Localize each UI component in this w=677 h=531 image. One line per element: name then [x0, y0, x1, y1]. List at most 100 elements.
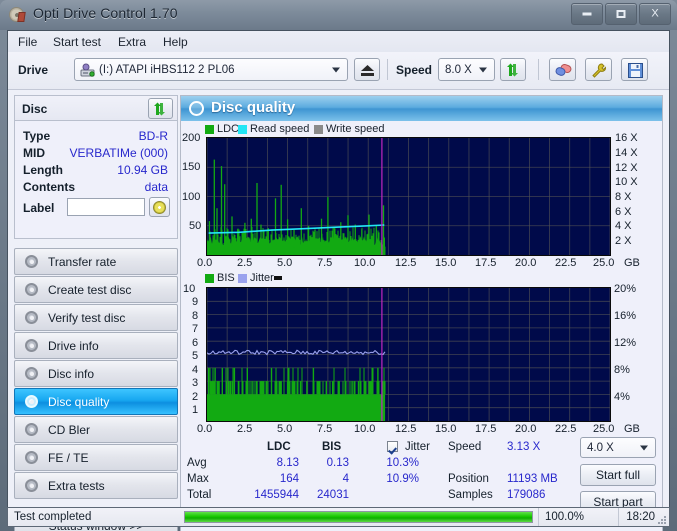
drive-icon	[80, 63, 95, 77]
x-tick-5: 5.0	[277, 257, 293, 269]
stats-row-label-avg: Avg	[187, 457, 207, 469]
menu-bar: File Start test Extra Help	[8, 31, 669, 52]
sidebar-item-cd-bler[interactable]: CD Bler	[14, 416, 178, 443]
legend-bis: BIS	[205, 272, 235, 284]
y2-tick-14x: 14 X	[615, 147, 638, 159]
panel-header: Disc quality	[181, 96, 662, 121]
stats-avg-bis: 0.13	[326, 457, 349, 469]
progress-bar	[184, 511, 533, 523]
x-tick-15: 15.0	[435, 257, 457, 269]
y2-tick-7: 7	[192, 323, 199, 335]
disc-info-box: Type BD-R MID VERBATIMe (000) Length 10.…	[14, 120, 178, 239]
tools-button[interactable]	[585, 58, 612, 81]
sidebar-item-label: CD Bler	[48, 422, 91, 437]
erase-icon	[555, 64, 572, 76]
panel-title: Disc quality	[211, 99, 296, 116]
opti-drive-control-window: Opti Drive Control 1.70 X File Start tes…	[0, 0, 677, 531]
stats-row-label-total: Total	[187, 489, 212, 501]
stats-total-ldc: 1455944	[254, 489, 299, 501]
resize-grip-icon[interactable]	[656, 514, 667, 525]
stats-avg-jitter: 10.3%	[386, 457, 419, 469]
stats-position-value: 11193 MB	[507, 473, 558, 485]
y2-tick-4x: 4 X	[615, 220, 632, 232]
disc-quality-icon	[189, 101, 204, 116]
sidebar-item-label: Disc info	[48, 366, 95, 381]
sidebar-item-fe-te[interactable]: FE / TE	[14, 444, 178, 471]
y2-tick-3: 3	[192, 377, 199, 389]
client-area: File Start test Extra Help Drive (I:) AT…	[7, 30, 670, 531]
y-tick-150: 150	[182, 161, 201, 173]
menu-extra[interactable]: Extra	[118, 35, 146, 49]
y2-tick-2x: 2 X	[615, 235, 632, 247]
maximize-button[interactable]	[605, 3, 637, 25]
x-tick-0: 0.0	[197, 257, 213, 269]
chevron-down-icon	[332, 67, 340, 72]
disc-refresh-button[interactable]	[148, 98, 173, 119]
disc-label-icon	[153, 201, 166, 214]
extra-tests-icon	[24, 478, 40, 494]
title-bar: Opti Drive Control 1.70 X	[0, 0, 677, 30]
disc-quality-panel: Disc quality LDC Read speed Write speed …	[180, 95, 663, 531]
jitter-checkbox[interactable]	[387, 441, 398, 452]
sidebar-item-label: FE / TE	[48, 450, 89, 465]
menu-start-test[interactable]: Start test	[53, 35, 101, 49]
sidebar-item-verify-test-disc[interactable]: Verify test disc	[14, 304, 178, 331]
close-button[interactable]: X	[639, 3, 671, 25]
drive-select[interactable]: (I:) ATAPI iHBS112 2 PL06	[74, 58, 348, 81]
minimize-button[interactable]	[571, 3, 603, 25]
eject-button[interactable]	[354, 58, 380, 81]
x-tick-20: 20.0	[515, 257, 537, 269]
maximize-icon	[616, 10, 626, 18]
disc-label-button[interactable]	[149, 197, 170, 217]
x-axis-unit: GB	[624, 257, 640, 269]
sidebar-item-disc-info[interactable]: Disc info	[14, 360, 178, 387]
fe-te-icon	[24, 450, 40, 466]
transfer-rate-icon	[24, 254, 40, 270]
y2-tick-5: 5	[192, 350, 199, 362]
pct-tick-20: 20%	[614, 283, 637, 295]
test-speed-select[interactable]: 4.0 X	[580, 437, 656, 458]
start-full-button[interactable]: Start full	[580, 464, 656, 486]
x-tick-7.5: 7.5	[317, 257, 333, 269]
drive-value: (I:) ATAPI iHBS112 2 PL06	[99, 63, 235, 76]
stats-max-jitter: 10.9%	[386, 473, 419, 485]
refresh-button[interactable]	[500, 58, 526, 81]
sidebar-item-label: Drive info	[48, 338, 99, 353]
refresh-icon	[154, 102, 165, 116]
clock-time: 18:20	[626, 511, 655, 523]
disc-quality-icon	[24, 394, 40, 410]
chevron-down-icon	[479, 67, 487, 72]
legend-write-speed: Write speed	[314, 123, 385, 135]
sidebar-item-label: Extra tests	[48, 478, 105, 493]
ldc-chart	[206, 137, 611, 256]
y2-tick-8x: 8 X	[615, 191, 632, 203]
speed-select[interactable]: 8.0 X	[438, 58, 495, 81]
y2-tick-16x: 16 X	[615, 132, 638, 144]
disc-label-label: Label	[23, 201, 55, 215]
sidebar-item-drive-info[interactable]: Drive info	[14, 332, 178, 359]
sidebar-item-create-test-disc[interactable]: Create test disc	[14, 276, 178, 303]
menu-help[interactable]: Help	[163, 35, 188, 49]
x2-tick-10: 10.0	[354, 423, 376, 435]
disc-info-icon	[24, 366, 40, 382]
x2-tick-0: 0.0	[197, 423, 213, 435]
legend-swatch-ldc	[205, 124, 214, 134]
sidebar-item-disc-quality[interactable]: Disc quality	[14, 388, 178, 415]
menu-file[interactable]: File	[18, 35, 37, 49]
disc-type-label: Type	[23, 129, 51, 143]
legend-label-ldc: LDC	[217, 123, 240, 135]
sidebar-item-transfer-rate[interactable]: Transfer rate	[14, 248, 178, 275]
disc-mid-label: MID	[23, 146, 45, 160]
erase-button[interactable]	[549, 58, 576, 81]
disc-contents-value: data	[144, 180, 168, 194]
y-tick-50: 50	[189, 220, 202, 232]
stats-row-label-max: Max	[187, 473, 209, 485]
save-button[interactable]	[621, 58, 648, 81]
disc-length-label: Length	[23, 163, 63, 177]
save-icon	[628, 63, 643, 78]
window-title: Opti Drive Control 1.70	[33, 5, 178, 21]
disc-label-input[interactable]	[67, 198, 145, 216]
speed-value: 8.0 X	[445, 63, 472, 76]
stats-avg-ldc: 8.13	[276, 457, 299, 469]
sidebar-item-extra-tests[interactable]: Extra tests	[14, 472, 178, 499]
